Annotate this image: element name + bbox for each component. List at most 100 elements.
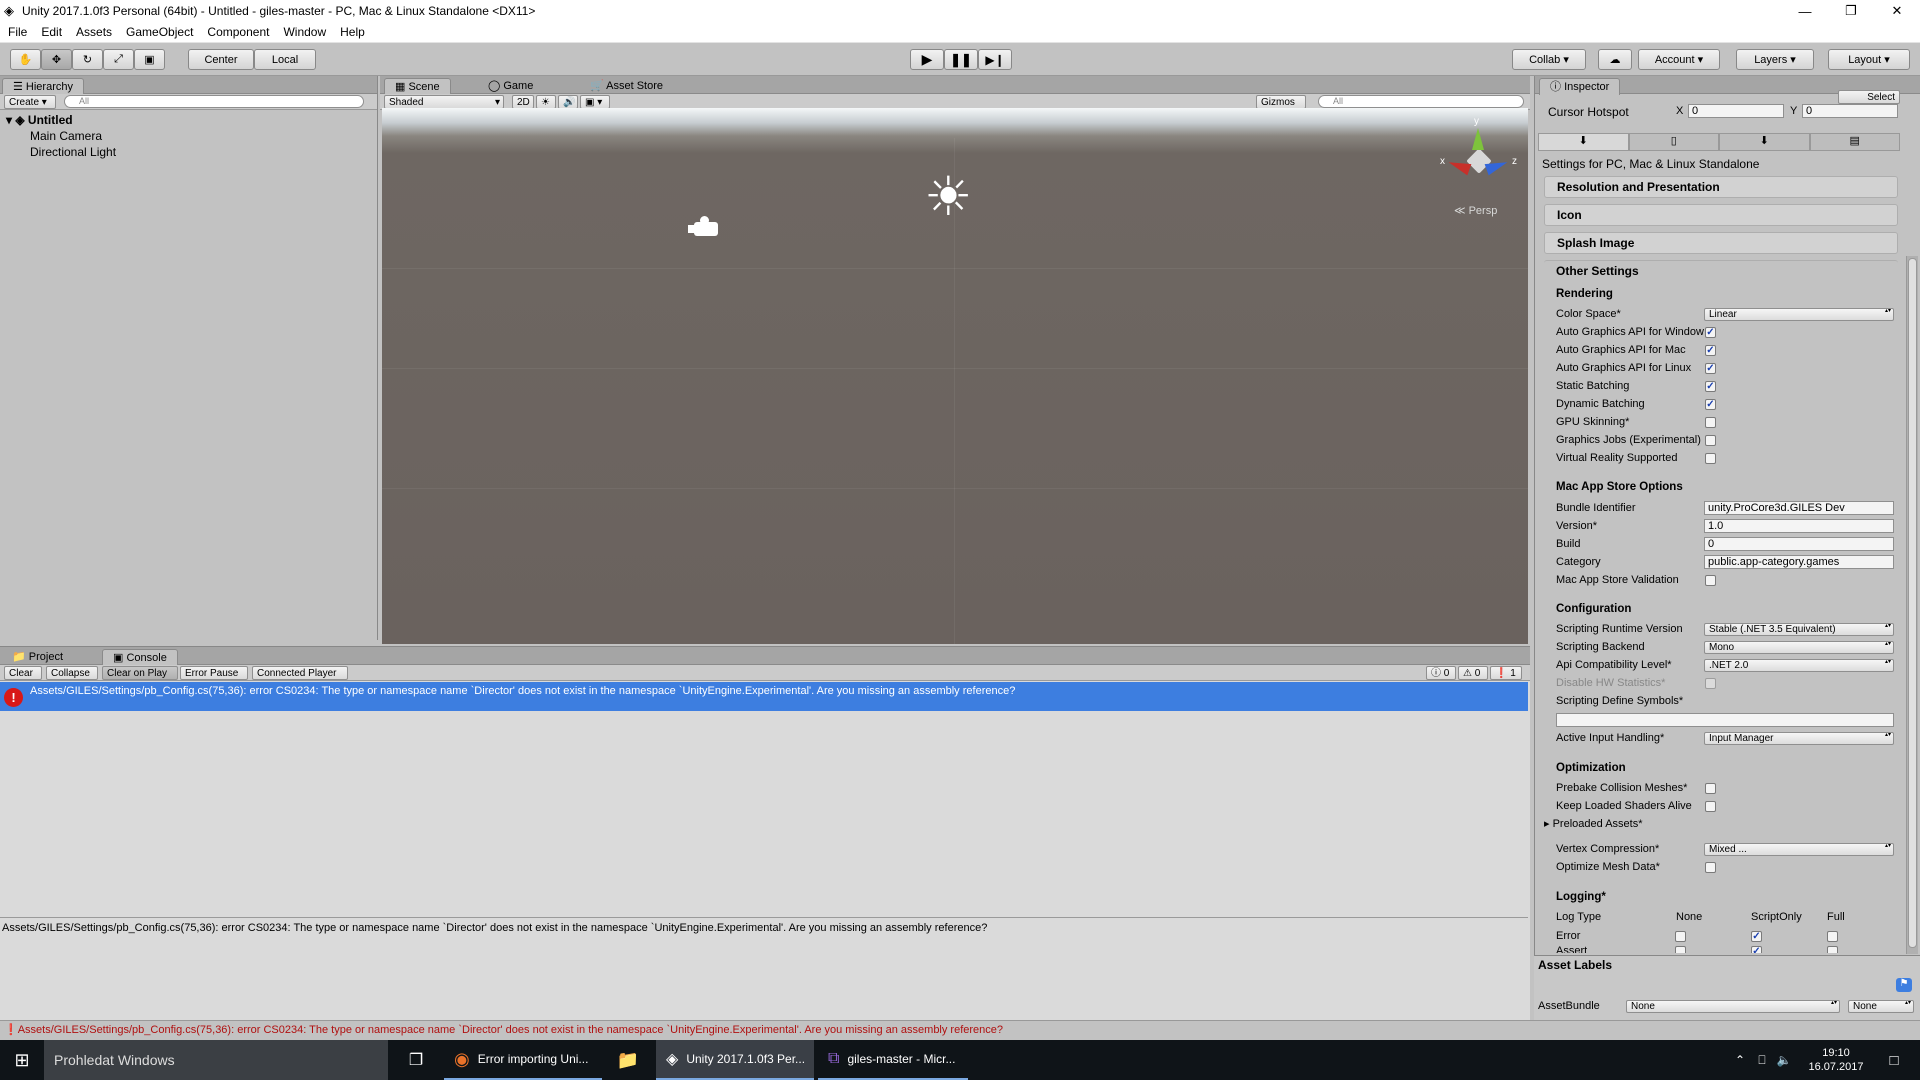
layout-button[interactable]: Layout ▾ — [1828, 49, 1910, 70]
platform-tab-html5[interactable]: ▤ — [1809, 133, 1900, 151]
clear-on-play-button[interactable]: Clear on Play — [102, 666, 178, 680]
pivot-center-button[interactable]: Center — [188, 49, 254, 70]
hierarchy-item-directional-light[interactable]: Directional Light — [30, 145, 116, 159]
volume-icon[interactable]: 🔈 — [1774, 1040, 1794, 1080]
taskbar-clock[interactable]: 19:10 16.07.2017 — [1804, 1040, 1868, 1080]
log-error-scriptonly-checkbox[interactable]: ✓ — [1751, 931, 1762, 942]
active-input-dropdown[interactable]: Input Manager — [1704, 732, 1894, 745]
error-filter-toggle[interactable]: ❗ 1 — [1490, 666, 1522, 680]
inspector-scroll-thumb[interactable] — [1908, 258, 1917, 948]
rect-tool-button[interactable]: ▣ — [134, 49, 165, 70]
collapse-button[interactable]: Collapse — [46, 666, 98, 680]
pause-button[interactable]: ❚❚ — [944, 49, 978, 70]
tab-scene[interactable]: ▦ Scene — [384, 78, 451, 95]
optimize-mesh-checkbox[interactable] — [1705, 862, 1716, 873]
auto-api-mac-checkbox[interactable]: ✓ — [1705, 345, 1716, 356]
step-button[interactable]: ▶❙ — [978, 49, 1012, 70]
console-splitter[interactable] — [0, 917, 1528, 918]
assetbundle-variant-dropdown[interactable]: None — [1848, 1000, 1914, 1013]
info-filter-toggle[interactable]: ⓘ 0 — [1426, 666, 1456, 680]
shading-dropdown[interactable]: Shaded ▾ — [384, 95, 504, 109]
orientation-gizmo[interactable]: y x z — [1440, 116, 1517, 200]
menu-file[interactable]: File — [0, 25, 33, 39]
taskbar-app-firefox[interactable]: ◉ Error importing Uni... — [444, 1040, 602, 1080]
layers-button[interactable]: Layers ▾ — [1736, 49, 1814, 70]
taskbar-file-explorer[interactable]: 📁 — [606, 1040, 650, 1080]
effects-dropdown[interactable]: ▣ ▾ — [580, 95, 610, 109]
define-symbols-field[interactable] — [1556, 713, 1894, 727]
auto-api-windows-checkbox[interactable]: ✓ — [1705, 327, 1716, 338]
task-view-button[interactable]: ❐ — [396, 1040, 436, 1080]
taskbar-app-visual-studio[interactable]: ⧉ giles-master - Micr... — [818, 1040, 968, 1080]
tab-hierarchy[interactable]: ☰ Hierarchy — [2, 78, 84, 95]
taskbar-search-box[interactable]: Prohledat Windows — [44, 1040, 388, 1080]
move-tool-button[interactable]: ✥ — [41, 49, 72, 70]
tab-project[interactable]: 📁 Project — [2, 649, 73, 665]
warning-filter-toggle[interactable]: ⚠ 0 — [1458, 666, 1488, 680]
camera-gizmo-icon[interactable] — [688, 216, 718, 236]
menu-component[interactable]: Component — [199, 25, 275, 39]
console-log-entry[interactable]: ! Assets/GILES/Settings/pb_Config.cs(75,… — [0, 682, 1528, 711]
vr-supported-checkbox[interactable] — [1705, 453, 1716, 464]
gizmos-dropdown[interactable]: Gizmos ▾ — [1256, 95, 1306, 121]
log-error-full-checkbox[interactable] — [1827, 931, 1838, 942]
label-tag-icon[interactable]: ⚑ — [1896, 978, 1912, 992]
runtime-version-dropdown[interactable]: Stable (.NET 3.5 Equivalent) — [1704, 623, 1894, 636]
auto-api-linux-checkbox[interactable]: ✓ — [1705, 363, 1716, 374]
audio-toggle[interactable]: 🔊 — [558, 95, 578, 109]
lighting-toggle[interactable]: ☀ — [536, 95, 556, 109]
directional-light-gizmo-icon[interactable]: ☀ — [924, 170, 972, 224]
menu-edit[interactable]: Edit — [33, 25, 68, 39]
color-space-dropdown[interactable]: Linear — [1704, 308, 1894, 321]
notifications-icon[interactable]: □ — [1874, 1040, 1914, 1080]
log-assert-scriptonly-checkbox[interactable]: ✓ — [1751, 946, 1762, 953]
tab-asset-store[interactable]: 🛒 Asset Store — [580, 78, 673, 94]
platform-tab-webgl[interactable]: ⬇ — [1719, 133, 1810, 151]
log-error-none-checkbox[interactable] — [1675, 931, 1686, 942]
minimize-button[interactable]: — — [1782, 0, 1828, 22]
taskbar-app-unity[interactable]: ◈ Unity 2017.1.0f3 Per... — [656, 1040, 814, 1080]
hierarchy-item-main-camera[interactable]: Main Camera — [30, 129, 102, 143]
hotspot-x-field[interactable]: 0 — [1688, 104, 1784, 118]
status-bar[interactable]: ❗Assets/GILES/Settings/pb_Config.cs(75,3… — [0, 1020, 1920, 1040]
console-clear-button[interactable]: Clear — [4, 666, 42, 680]
connected-player-dropdown[interactable]: Connected Player ▾ — [252, 666, 348, 692]
windows-start-button[interactable]: ⊞ — [0, 1040, 44, 1080]
create-button[interactable]: Create ▾ — [4, 95, 56, 109]
section-icon[interactable]: Icon — [1544, 204, 1898, 226]
hierarchy-search-input[interactable]: All — [64, 95, 364, 108]
play-button[interactable]: ▶ — [910, 49, 944, 70]
mac-validation-checkbox[interactable] — [1705, 575, 1716, 586]
tab-inspector[interactable]: ⓘ Inspector — [1539, 78, 1621, 95]
rotate-tool-button[interactable]: ↻ — [72, 49, 103, 70]
menu-window[interactable]: Window — [275, 25, 332, 39]
scene-root-item[interactable]: ▾ ◈ Untitled — [6, 113, 73, 127]
hotspot-y-field[interactable]: 0 — [1802, 104, 1898, 118]
maximize-button[interactable]: ❐ — [1828, 0, 1874, 22]
error-pause-button[interactable]: Error Pause — [180, 666, 248, 680]
prebake-checkbox[interactable] — [1705, 783, 1716, 794]
tab-game[interactable]: ◯ Game — [478, 78, 543, 94]
select-button[interactable]: Select — [1838, 90, 1900, 104]
scale-tool-button[interactable]: ⤢ — [103, 49, 134, 70]
static-batching-checkbox[interactable]: ✓ — [1705, 381, 1716, 392]
collab-button[interactable]: Collab ▾ — [1512, 49, 1586, 70]
tray-expand-icon[interactable]: ⌃ — [1730, 1040, 1750, 1080]
toggle-2d-button[interactable]: 2D — [512, 95, 534, 109]
graphics-jobs-checkbox[interactable] — [1705, 435, 1716, 446]
close-button[interactable]: ✕ — [1874, 0, 1920, 22]
network-icon[interactable]: ⎕ — [1752, 1040, 1772, 1080]
menu-gameobject[interactable]: GameObject — [118, 25, 199, 39]
keep-shaders-checkbox[interactable] — [1705, 801, 1716, 812]
api-compat-dropdown[interactable]: .NET 2.0 — [1704, 659, 1894, 672]
section-other-settings[interactable]: Other Settings — [1544, 260, 1898, 282]
cloud-button[interactable]: ☁ — [1598, 49, 1632, 70]
menu-assets[interactable]: Assets — [68, 25, 118, 39]
scripting-backend-dropdown[interactable]: Mono — [1704, 641, 1894, 654]
inspector-scrollbar[interactable] — [1906, 256, 1918, 954]
hand-tool-button[interactable]: ✋ — [10, 49, 41, 70]
pivot-local-button[interactable]: Local — [254, 49, 316, 70]
tab-console[interactable]: ▣ Console — [102, 649, 178, 666]
section-resolution[interactable]: Resolution and Presentation — [1544, 176, 1898, 198]
preloaded-assets-foldout[interactable]: ▸ Preloaded Assets* — [1544, 817, 1744, 832]
